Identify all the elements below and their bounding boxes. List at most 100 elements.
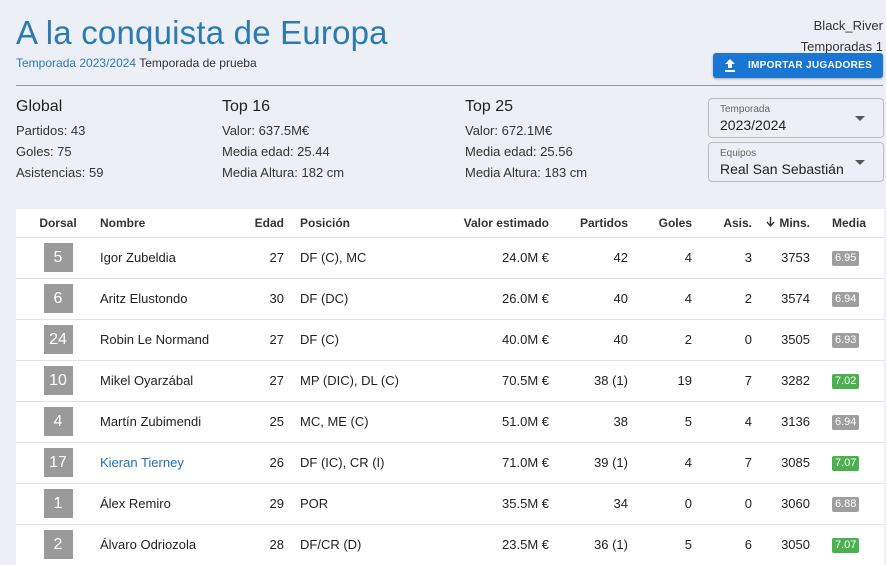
stats-top16-altura: Media Altura: 182 cm: [222, 165, 345, 180]
age-cell: 28: [240, 524, 284, 565]
table-row[interactable]: 1 Álex Remiro 29 POR 35.5M €34 0 0 3060 6.88: [16, 483, 884, 525]
assists-cell: 0: [692, 483, 752, 525]
table-row[interactable]: 2 Álvaro Odriozola 28 DF/CR (D) 23.5M €36 (1…: [16, 524, 884, 565]
rating-cell: 6.95: [810, 237, 884, 279]
goals-cell: 5: [628, 401, 692, 443]
dorsal-cell: 6: [16, 278, 100, 320]
player-name-cell: Aritz Elustondo: [100, 278, 240, 320]
page-header: A la conquista de Europa Temporada 2023/…: [16, 14, 883, 86]
dorsal-cell: 5: [16, 237, 100, 279]
position-cell: DF (C), MC: [284, 237, 434, 279]
team-select[interactable]: Equipos Real San Sebastián: [708, 142, 884, 182]
assists-cell: 7: [692, 442, 752, 484]
rating-badge: 7.02: [832, 374, 860, 389]
value-cell: 26.0M €: [434, 278, 549, 320]
stats-top25-valor: Valor: 672.1M€: [465, 123, 553, 138]
dropdown-arrow-icon: [855, 116, 865, 121]
rating-cell: 7.07: [810, 524, 884, 565]
player-name[interactable]: Martín Zubimendi: [100, 414, 201, 429]
rating-cell: 6.94: [810, 401, 884, 443]
season-link[interactable]: Temporada 2023/2024: [16, 56, 136, 70]
goals-cell: 4: [628, 442, 692, 484]
dorsal-badge: 10: [43, 366, 73, 395]
assists-cell: 7: [692, 360, 752, 402]
age-cell: 27: [240, 319, 284, 361]
stats-global-partidos: Partidos: 43: [16, 123, 86, 138]
player-name[interactable]: Álex Remiro: [100, 496, 171, 511]
age-cell: 26: [240, 442, 284, 484]
season-select[interactable]: Temporada 2023/2024: [708, 98, 884, 138]
rating-cell: 7.07: [810, 442, 884, 484]
table-row[interactable]: 24 Robin Le Normand 27 DF (C) 40.0M €40 2 0 350…: [16, 319, 884, 361]
stats-top25-title: Top 25: [465, 98, 514, 115]
col-asis[interactable]: Asis.: [692, 209, 752, 238]
dorsal-cell: 17: [16, 442, 100, 484]
table-row[interactable]: 4 Martín Zubimendi 25 MC, ME (C) 51.0M €38 5 4…: [16, 401, 884, 443]
minutes-cell: 3085: [752, 442, 810, 484]
rating-badge: 6.93: [832, 333, 860, 348]
goals-cell: 4: [628, 278, 692, 320]
age-cell: 27: [240, 237, 284, 279]
value-cell: 23.5M €: [434, 524, 549, 565]
stats-global-title: Global: [16, 98, 63, 115]
matches-cell: 38: [549, 401, 628, 443]
header-divider: [16, 85, 883, 86]
age-cell: 25: [240, 401, 284, 443]
players-table: Dorsal Nombre Edad Posición Valor estima…: [16, 209, 884, 565]
player-name-cell: Kieran Tierney: [100, 442, 240, 484]
age-cell: 30: [240, 278, 284, 320]
player-name[interactable]: Álvaro Odriozola: [100, 537, 196, 552]
dorsal-cell: 2: [16, 524, 100, 565]
col-nombre[interactable]: Nombre: [100, 209, 240, 238]
col-posicion[interactable]: Posición: [284, 209, 434, 238]
matches-cell: 39 (1): [549, 442, 628, 484]
age-cell: 27: [240, 360, 284, 402]
table-row[interactable]: 6 Aritz Elustondo 30 DF (DC) 26.0M €40 4 2 3574…: [16, 278, 884, 320]
dorsal-badge: 17: [43, 448, 73, 477]
col-dorsal[interactable]: Dorsal: [16, 209, 100, 238]
dorsal-cell: 10: [16, 360, 100, 402]
import-players-button[interactable]: IMPORTAR JUGADORES: [713, 53, 883, 78]
season-select-label: Temporada: [720, 104, 771, 115]
col-partidos[interactable]: Partidos: [549, 209, 628, 238]
position-cell: MP (DIC), DL (C): [284, 360, 434, 402]
position-cell: DF (DC): [284, 278, 434, 320]
col-edad[interactable]: Edad: [240, 209, 284, 238]
player-name[interactable]: Mikel Oyarzábal: [100, 373, 193, 388]
age-cell: 29: [240, 483, 284, 525]
table-row[interactable]: 5 Igor Zubeldia 27 DF (C), MC 24.0M €42 4 3 375…: [16, 237, 884, 279]
goals-cell: 5: [628, 524, 692, 565]
rating-cell: 6.94: [810, 278, 884, 320]
rating-cell: 6.93: [810, 319, 884, 361]
goals-cell: 19: [628, 360, 692, 402]
upload-icon: [724, 59, 735, 72]
goals-cell: 4: [628, 237, 692, 279]
matches-cell: 40: [549, 319, 628, 361]
dorsal-cell: 24: [16, 319, 100, 361]
position-cell: DF (IC), CR (I): [284, 442, 434, 484]
dorsal-badge: 1: [43, 489, 73, 518]
stats-top25-altura: Media Altura: 183 cm: [465, 165, 588, 180]
col-goles[interactable]: Goles: [628, 209, 692, 238]
value-cell: 70.5M €: [434, 360, 549, 402]
minutes-cell: 3050: [752, 524, 810, 565]
sort-down-icon: [766, 216, 775, 230]
col-mins[interactable]: Mins.: [752, 209, 810, 238]
assists-cell: 6: [692, 524, 752, 565]
username[interactable]: Black_River: [801, 15, 883, 36]
dorsal-badge: 24: [43, 325, 73, 354]
player-name-cell: Álex Remiro: [100, 483, 240, 525]
rating-badge: 6.95: [832, 251, 860, 266]
value-cell: 40.0M €: [434, 319, 549, 361]
player-name[interactable]: Aritz Elustondo: [100, 291, 187, 306]
table-row[interactable]: 17 Kieran Tierney 26 DF (IC), CR (I) 71.0M €…: [16, 442, 884, 484]
col-media[interactable]: Media: [810, 209, 884, 238]
assists-cell: 0: [692, 319, 752, 361]
table-row[interactable]: 10 Mikel Oyarzábal 27 MP (DIC), DL (C) 70.5M…: [16, 360, 884, 402]
stats-top25-edad: Media edad: 25.56: [465, 144, 573, 159]
position-cell: DF/CR (D): [284, 524, 434, 565]
player-name[interactable]: Kieran Tierney: [100, 455, 184, 470]
player-name[interactable]: Igor Zubeldia: [100, 250, 176, 265]
player-name[interactable]: Robin Le Normand: [100, 332, 209, 347]
col-valor[interactable]: Valor estimado: [434, 209, 549, 238]
